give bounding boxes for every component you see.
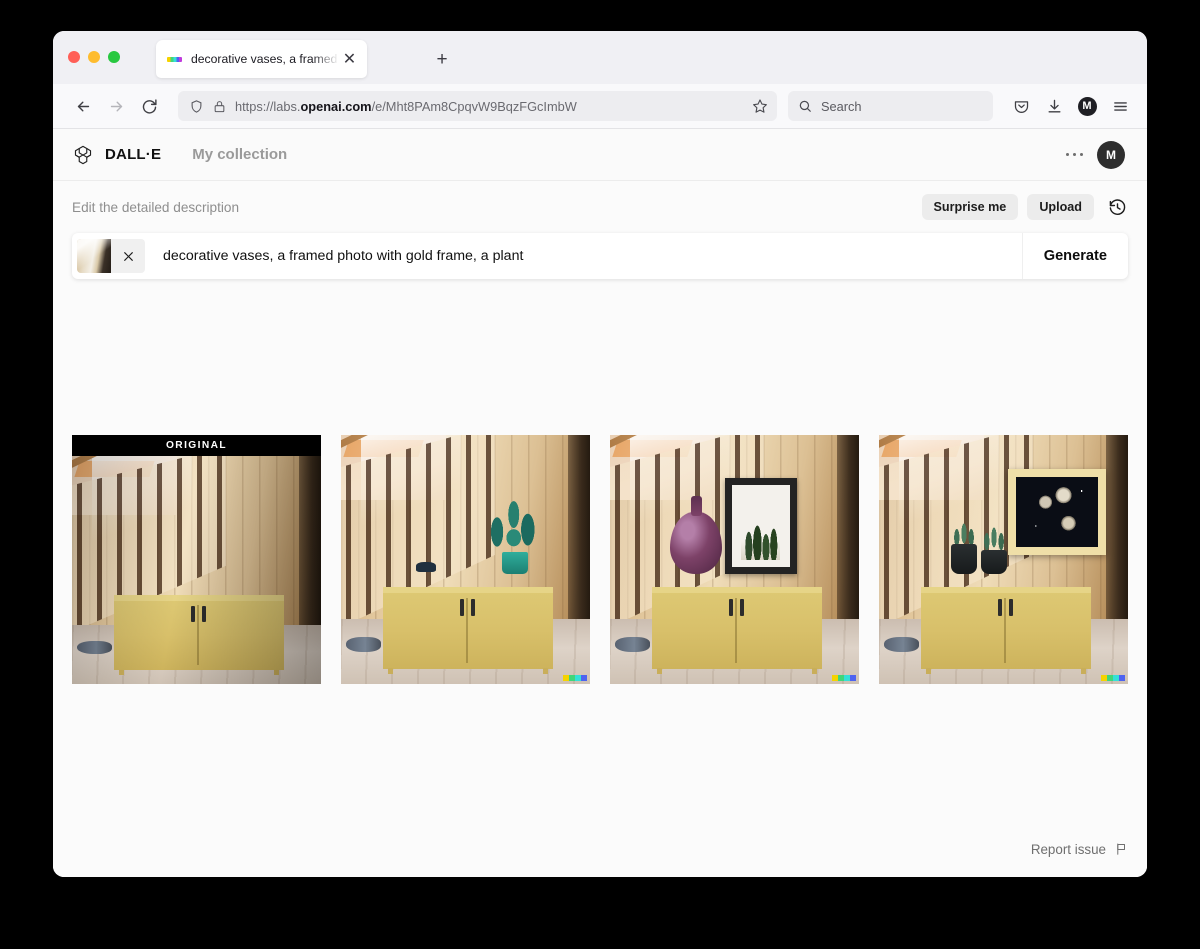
browser-tab[interactable]: decorative vases, a framed phot ✕	[156, 40, 367, 78]
dalle-watermark	[1101, 675, 1125, 681]
prompt-bar[interactable]: decorative vases, a framed photo with go…	[72, 233, 1128, 279]
openai-logo-icon	[72, 144, 94, 166]
result-tile-variation-2[interactable]	[610, 435, 859, 684]
results-grid: ORIGINAL	[72, 435, 1128, 684]
tab-title: decorative vases, a framed phot	[191, 52, 339, 66]
potted-plant-dark	[948, 520, 979, 575]
dark-object	[415, 561, 436, 572]
forward-icon[interactable]	[101, 91, 131, 121]
lock-icon	[213, 100, 226, 113]
header-actions: M	[1065, 140, 1125, 169]
generated-image	[610, 435, 859, 684]
avatar[interactable]: M	[1097, 140, 1125, 169]
shield-icon[interactable]	[189, 99, 204, 114]
browser-toolbar: https://labs.openai.com/e/Mht8PAm8CpqvW9…	[53, 84, 1147, 129]
upload-button[interactable]: Upload	[1027, 193, 1094, 221]
app-header: DALL·E My collection M	[53, 129, 1147, 181]
browser-search-box[interactable]: Search	[788, 91, 993, 121]
pocket-icon[interactable]	[1006, 91, 1036, 121]
more-options-icon[interactable]	[1065, 152, 1083, 157]
result-tile-variation-1[interactable]	[341, 435, 590, 684]
hamburger-menu-icon[interactable]	[1105, 91, 1135, 121]
back-icon[interactable]	[68, 91, 98, 121]
workspace: Edit the detailed description Surprise m…	[53, 181, 1147, 877]
reload-icon[interactable]	[134, 91, 164, 121]
report-issue-button[interactable]: Report issue	[1031, 842, 1128, 857]
maximize-window-button[interactable]	[108, 51, 120, 63]
original-badge: ORIGINAL	[72, 435, 321, 456]
search-placeholder: Search	[821, 98, 862, 114]
nav-my-collection[interactable]: My collection	[192, 146, 287, 163]
page-content: DALL·E My collection M Edit the detailed…	[53, 129, 1147, 877]
potted-succulent	[978, 524, 1009, 575]
browser-window: decorative vases, a framed phot ✕ + http…	[53, 31, 1147, 877]
minimize-window-button[interactable]	[88, 51, 100, 63]
search-icon	[798, 99, 812, 113]
prompt-input[interactable]: decorative vases, a framed photo with go…	[145, 248, 1022, 264]
framed-photo-black	[724, 478, 797, 575]
dalle-watermark	[563, 675, 587, 681]
browser-profile-initial: M	[1077, 96, 1097, 116]
brand[interactable]: DALL·E	[72, 144, 161, 166]
remove-image-icon[interactable]	[111, 250, 145, 263]
result-tile-original[interactable]: ORIGINAL	[72, 435, 321, 684]
footer: Report issue	[72, 821, 1128, 877]
new-tab-button[interactable]: +	[431, 48, 453, 70]
generate-button[interactable]: Generate	[1021, 233, 1128, 279]
browser-profile-avatar[interactable]: M	[1072, 91, 1102, 121]
editor-actions: Surprise me Upload	[921, 193, 1128, 221]
address-bar[interactable]: https://labs.openai.com/e/Mht8PAm8CpqvW9…	[178, 91, 777, 121]
generated-image	[72, 435, 321, 684]
potted-plant	[470, 494, 548, 575]
result-tile-variation-3[interactable]	[879, 435, 1128, 684]
close-icon[interactable]: ✕	[341, 51, 358, 68]
editor-label: Edit the detailed description	[72, 199, 240, 215]
editor-header-row: Edit the detailed description Surprise m…	[72, 181, 1128, 233]
url-text: https://labs.openai.com/e/Mht8PAm8CpqvW9…	[235, 98, 577, 114]
bookmark-star-icon[interactable]	[752, 98, 768, 114]
generated-image	[879, 435, 1128, 684]
report-issue-label: Report issue	[1030, 841, 1106, 857]
uploaded-image-chip	[77, 239, 145, 273]
tab-strip: decorative vases, a framed phot ✕ +	[53, 31, 1147, 84]
uploaded-image-thumbnail	[77, 239, 111, 273]
history-clock-icon[interactable]	[1106, 196, 1128, 218]
rainbow-gradient-favicon	[167, 56, 182, 62]
brand-name: DALL·E	[105, 146, 162, 163]
window-traffic-lights	[68, 51, 120, 63]
close-window-button[interactable]	[68, 51, 80, 63]
dalle-watermark	[832, 675, 856, 681]
purple-vase	[669, 496, 722, 575]
surprise-me-button[interactable]: Surprise me	[921, 193, 1019, 221]
flag-icon	[1114, 842, 1128, 856]
framed-artwork-gold	[1008, 468, 1107, 555]
downloads-icon[interactable]	[1039, 91, 1069, 121]
generated-image	[341, 435, 590, 684]
